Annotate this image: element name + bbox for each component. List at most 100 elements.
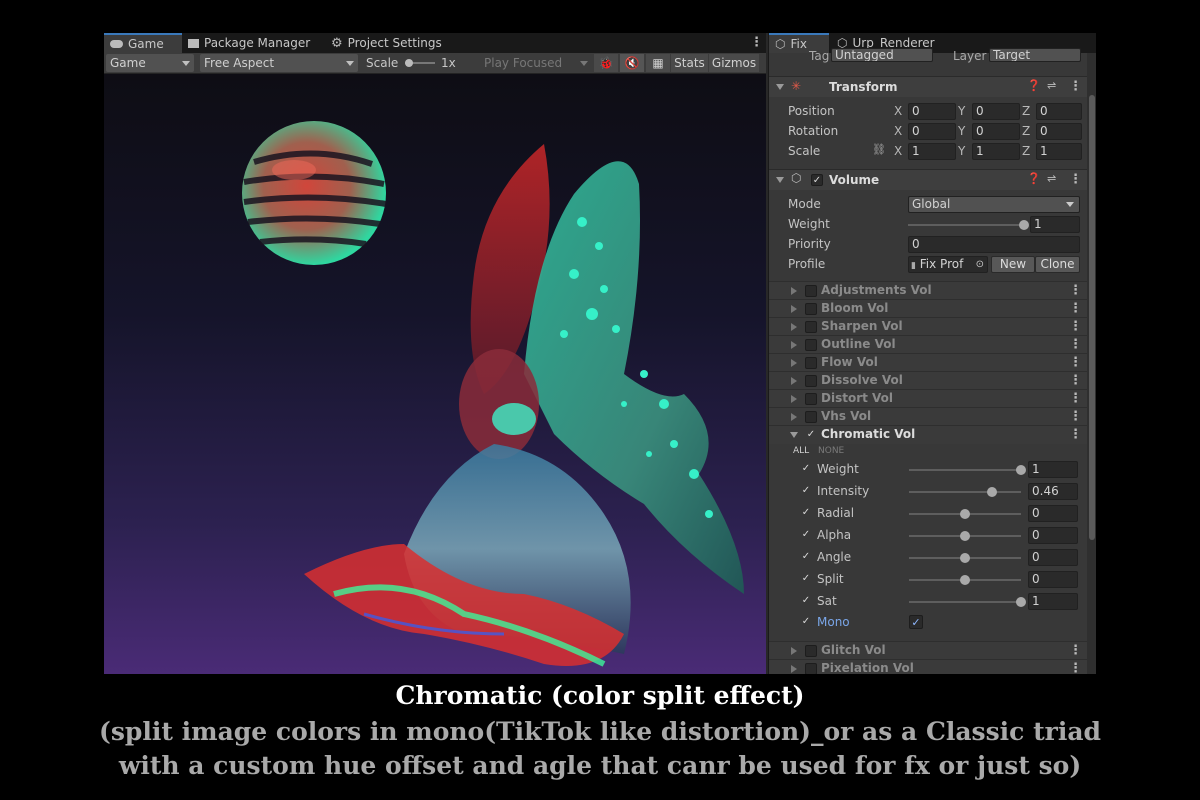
rotation-z-field[interactable]: 0	[1036, 123, 1082, 140]
weight-slider-knob[interactable]	[1019, 220, 1029, 230]
component-row[interactable]: Distort Vol ⋮	[769, 389, 1087, 408]
param-override-checkbox[interactable]: ✓	[800, 573, 812, 585]
param-value-field[interactable]: 1	[1028, 593, 1078, 610]
component-menu-icon[interactable]: ⋮	[1069, 644, 1082, 658]
component-enabled-checkbox[interactable]	[805, 357, 817, 369]
param-slider-knob[interactable]	[960, 575, 970, 585]
chromatic-vol-header[interactable]: ✓ Chromatic Vol ⋮	[769, 425, 1087, 444]
scale-z-field[interactable]: 1	[1036, 143, 1082, 160]
mute-audio-icon[interactable]: 🔇	[620, 54, 644, 72]
component-enabled-checkbox[interactable]	[805, 303, 817, 315]
component-row[interactable]: Glitch Vol ⋮	[769, 641, 1087, 660]
param-value-field[interactable]: 0	[1028, 571, 1078, 588]
none-toggle-link[interactable]: NONE	[818, 446, 844, 456]
chromatic-enabled-checkbox[interactable]: ✓	[805, 429, 817, 441]
aspect-dropdown[interactable]: Free Aspect	[200, 54, 358, 72]
param-slider-knob[interactable]	[960, 509, 970, 519]
tab-project-settings[interactable]: ⚙ Project Settings	[325, 33, 455, 53]
layer-dropdown[interactable]: Target	[989, 48, 1081, 62]
param-slider-track[interactable]	[909, 601, 1021, 603]
component-enabled-checkbox[interactable]	[805, 321, 817, 333]
component-row[interactable]: Dissolve Vol ⋮	[769, 371, 1087, 390]
component-menu-icon[interactable]: ⋮	[1069, 320, 1082, 334]
clone-profile-button[interactable]: Clone	[1035, 256, 1080, 273]
scale-slider-knob[interactable]	[405, 59, 413, 67]
inspector-scrollbar[interactable]	[1087, 53, 1096, 674]
param-override-checkbox[interactable]: ✓	[800, 485, 812, 497]
component-enabled-checkbox[interactable]	[805, 645, 817, 657]
chromatic-menu-icon[interactable]: ⋮	[1069, 428, 1082, 442]
component-row[interactable]: Flow Vol ⋮	[769, 353, 1087, 372]
param-slider-knob[interactable]	[986, 487, 997, 497]
scale-slider[interactable]	[405, 59, 435, 67]
mono-override-checkbox[interactable]: ✓	[800, 616, 812, 628]
component-enabled-checkbox[interactable]	[805, 663, 817, 674]
volume-menu-icon[interactable]: ⋮	[1069, 173, 1082, 187]
param-value-field[interactable]: 1	[1028, 461, 1078, 478]
param-value-field[interactable]: 0.46	[1028, 483, 1078, 500]
param-override-checkbox[interactable]: ✓	[800, 507, 812, 519]
param-value-field[interactable]: 0	[1028, 505, 1078, 522]
component-row[interactable]: Sharpen Vol ⋮	[769, 317, 1087, 336]
tab-game[interactable]: Game	[104, 33, 182, 53]
volume-header[interactable]: ⬡ ✓ Volume ❓ ⇌ ⋮	[769, 169, 1087, 190]
tab-package-manager[interactable]: Package Manager	[182, 33, 322, 53]
transform-menu-icon[interactable]: ⋮	[1069, 80, 1082, 94]
param-override-checkbox[interactable]: ✓	[800, 551, 812, 563]
priority-field[interactable]: 0	[908, 236, 1080, 253]
scale-y-field[interactable]: 1	[972, 143, 1020, 160]
rotation-x-field[interactable]: 0	[908, 123, 956, 140]
position-x-field[interactable]: 0	[908, 103, 956, 120]
component-menu-icon[interactable]: ⋮	[1069, 662, 1082, 675]
volume-enabled-checkbox[interactable]: ✓	[811, 174, 823, 186]
component-row[interactable]: Outline Vol ⋮	[769, 335, 1087, 354]
position-z-field[interactable]: 0	[1036, 103, 1082, 120]
component-enabled-checkbox[interactable]	[805, 393, 817, 405]
new-profile-button[interactable]: New	[991, 256, 1035, 273]
param-override-checkbox[interactable]: ✓	[800, 529, 812, 541]
component-enabled-checkbox[interactable]	[805, 285, 817, 297]
component-menu-icon[interactable]: ⋮	[1069, 356, 1082, 370]
all-toggle-link[interactable]: ALL	[793, 446, 809, 456]
component-enabled-checkbox[interactable]	[805, 339, 817, 351]
inspector-scroll-thumb[interactable]	[1089, 95, 1095, 540]
component-enabled-checkbox[interactable]	[805, 375, 817, 387]
weight-slider-track[interactable]	[908, 224, 1024, 226]
param-override-checkbox[interactable]: ✓	[800, 595, 812, 607]
object-picker-icon[interactable]: ⊙	[976, 257, 984, 272]
component-enabled-checkbox[interactable]	[805, 411, 817, 423]
mono-checkbox[interactable]: ✓	[909, 615, 923, 629]
mode-dropdown[interactable]: Global	[908, 196, 1080, 213]
scale-x-field[interactable]: 1	[908, 143, 956, 160]
param-slider-knob[interactable]	[960, 531, 970, 541]
component-row[interactable]: Adjustments Vol ⋮	[769, 281, 1087, 300]
param-override-checkbox[interactable]: ✓	[800, 463, 812, 475]
param-slider-knob[interactable]	[1016, 597, 1026, 607]
component-row[interactable]: Pixelation Vol ⋮	[769, 659, 1087, 674]
rotation-y-field[interactable]: 0	[972, 123, 1020, 140]
param-slider-track[interactable]	[909, 491, 1021, 493]
help-icon[interactable]: ❓	[1027, 79, 1041, 92]
link-icon[interactable]: ⛓	[872, 143, 886, 156]
stats-button[interactable]: Stats	[671, 54, 708, 72]
gizmos-button[interactable]: Gizmos	[709, 54, 759, 72]
grid-icon[interactable]: ▦	[646, 54, 670, 72]
preset-icon[interactable]: ⇌	[1047, 79, 1056, 92]
component-menu-icon[interactable]: ⋮	[1069, 374, 1082, 388]
component-menu-icon[interactable]: ⋮	[1069, 302, 1082, 316]
component-menu-icon[interactable]: ⋮	[1069, 410, 1082, 424]
transform-header[interactable]: ✳ Transform ❓ ⇌ ⋮	[769, 76, 1087, 97]
position-y-field[interactable]: 0	[972, 103, 1020, 120]
component-row[interactable]: Vhs Vol ⋮	[769, 407, 1087, 426]
param-slider-track[interactable]	[909, 469, 1021, 471]
preset-icon[interactable]: ⇌	[1047, 172, 1056, 185]
component-menu-icon[interactable]: ⋮	[1069, 338, 1082, 352]
play-mode-dropdown[interactable]: Play Focused	[480, 54, 592, 72]
param-slider-knob[interactable]	[1016, 465, 1026, 475]
param-slider-knob[interactable]	[960, 553, 970, 563]
component-menu-icon[interactable]: ⋮	[1069, 284, 1082, 298]
game-viewport[interactable]	[104, 74, 766, 674]
param-value-field[interactable]: 0	[1028, 527, 1078, 544]
help-icon[interactable]: ❓	[1027, 172, 1041, 185]
bug-icon[interactable]: 🐞	[594, 54, 618, 72]
